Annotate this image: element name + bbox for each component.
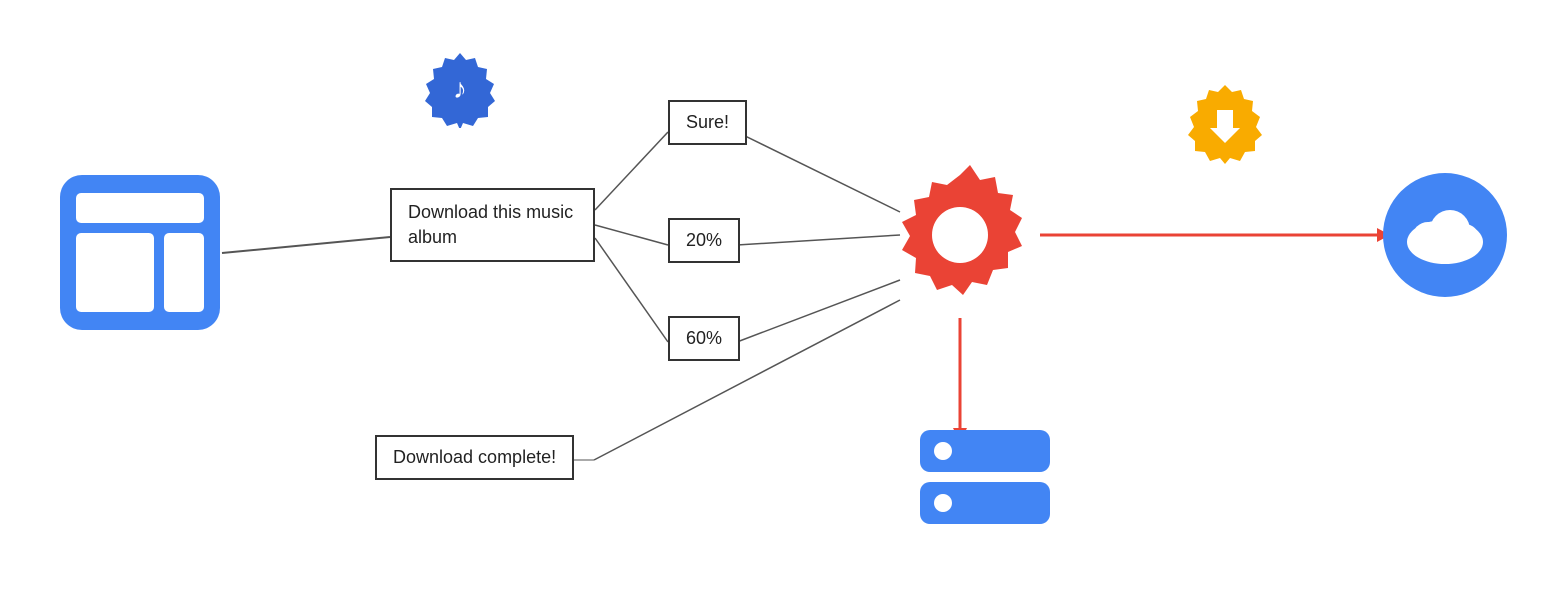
download-complete-text: Download complete!: [393, 447, 556, 467]
db-dot-1: [934, 442, 952, 460]
browser-main-panel: [76, 233, 154, 312]
svg-text:♪: ♪: [453, 73, 467, 104]
browser-side-panel: [164, 233, 204, 312]
download-album-message: Download this music album: [390, 188, 595, 262]
twenty-percent-message: 20%: [668, 218, 740, 263]
processing-gear-icon: [880, 155, 1040, 315]
twenty-percent-text: 20%: [686, 230, 722, 250]
sure-text: Sure!: [686, 112, 729, 132]
sure-message: Sure!: [668, 100, 747, 145]
database-item-2: [920, 482, 1050, 524]
browser-top-bar: [76, 193, 204, 223]
sixty-percent-message: 60%: [668, 316, 740, 361]
database-stack: [920, 430, 1050, 534]
browser-app-icon: [60, 175, 220, 330]
download-complete-message: Download complete!: [375, 435, 574, 480]
sixty-percent-text: 60%: [686, 328, 722, 348]
download-badge-icon: [1180, 80, 1270, 170]
database-item-1: [920, 430, 1050, 472]
browser-bottom: [76, 233, 204, 312]
arrows-svg: [0, 0, 1550, 600]
cloud-storage-icon: [1380, 170, 1510, 300]
db-dot-2: [934, 494, 952, 512]
diagram-canvas: ♪ Download this music album Sure! 20% 60…: [0, 0, 1550, 600]
download-album-text: Download this music album: [408, 202, 573, 247]
music-badge-icon: ♪: [420, 48, 500, 128]
